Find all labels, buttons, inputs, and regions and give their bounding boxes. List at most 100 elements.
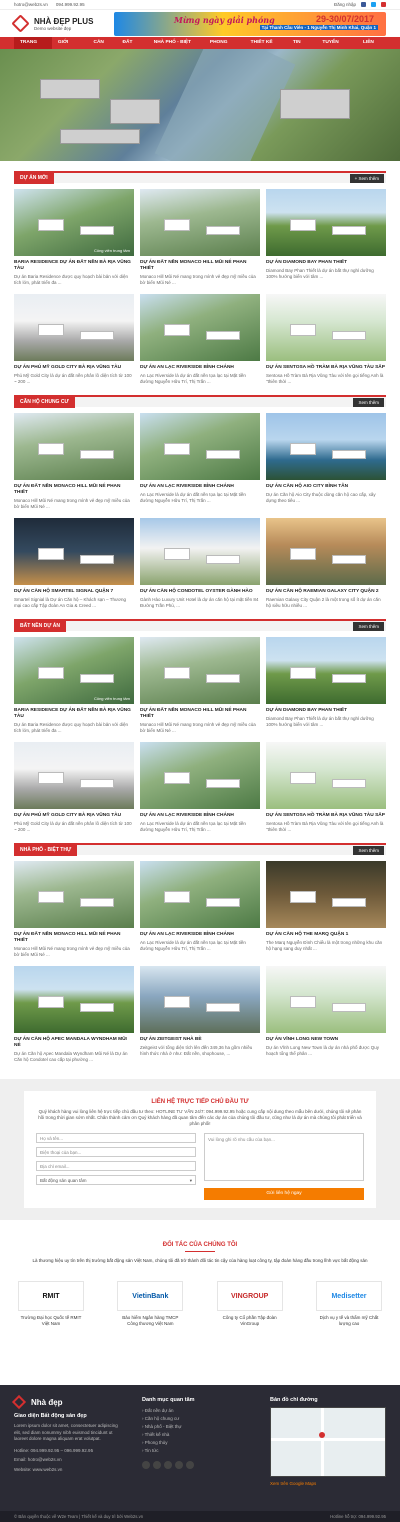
- project-image[interactable]: [140, 518, 260, 585]
- footer-category-link[interactable]: › Nhà phố - Biệt thự: [142, 1423, 252, 1431]
- project-card[interactable]: DỰ ÁN AN LẠC RIVERSIDE BÌNH CHÁNH An Lạc …: [140, 742, 260, 833]
- project-card[interactable]: DỰ ÁN ĐẤT NỀN MONACO HILL MŨI NÉ PHAN TH…: [14, 413, 134, 510]
- project-title[interactable]: DỰ ÁN ĐẤT NỀN MONACO HILL MŨI NÉ PHAN TH…: [140, 708, 260, 720]
- instagram-icon[interactable]: [164, 1461, 172, 1469]
- partner-logo[interactable]: Medisetter: [315, 1281, 382, 1311]
- project-card[interactable]: DỰ ÁN ĐẤT NỀN MONACO HILL MŨI NÉ PHAN TH…: [140, 189, 260, 286]
- hero-slider[interactable]: [0, 49, 400, 161]
- project-image[interactable]: [14, 966, 134, 1033]
- project-card[interactable]: DỰ ÁN AN LẠC RIVERSIDE BÌNH CHÁNH An Lạc …: [140, 861, 260, 958]
- project-image[interactable]: Công viên trung tâm: [14, 189, 134, 256]
- footer-email[interactable]: Email: hotro@web2s.vn: [14, 1457, 124, 1464]
- footer-category-link[interactable]: › Tin tức: [142, 1447, 252, 1455]
- nav-item[interactable]: TIN TỨC: [287, 37, 317, 57]
- interest-select[interactable]: Bất động sản quan tâm ▾: [36, 1175, 196, 1185]
- nav-item[interactable]: NHÀ PHỐ - BIỆT THỰ: [148, 37, 204, 57]
- project-title[interactable]: DỰ ÁN SENTOSA HỒ TRÀM BÀ RỊA VŨNG TÀU SẮ…: [266, 365, 386, 371]
- footer-category-link[interactable]: › Phong thủy: [142, 1439, 252, 1447]
- project-card[interactable]: DỰ ÁN DIAMOND BAY PHAN THIẾT Diamond Bay …: [266, 637, 386, 734]
- nav-item[interactable]: LIÊN HỆ: [357, 37, 386, 57]
- project-title[interactable]: DỰ ÁN CĂN HỘ AIO CITY BÌNH TÂN: [266, 484, 386, 490]
- project-image[interactable]: [14, 518, 134, 585]
- project-image[interactable]: [14, 294, 134, 361]
- project-title[interactable]: DỰ ÁN AN LẠC RIVERSIDE BÌNH CHÁNH: [140, 484, 260, 490]
- project-image[interactable]: [266, 637, 386, 704]
- project-title[interactable]: DỰ ÁN DIAMOND BAY PHAN THIẾT: [266, 260, 386, 266]
- project-card[interactable]: DỰ ÁN AN LẠC RIVERSIDE BÌNH CHÁNH An Lạc …: [140, 413, 260, 510]
- project-card[interactable]: DỰ ÁN ĐẤT NỀN MONACO HILL MŨI NÉ PHAN TH…: [140, 637, 260, 734]
- project-image[interactable]: [14, 742, 134, 809]
- project-image[interactable]: Công viên trung tâm: [14, 637, 134, 704]
- project-title[interactable]: BARIA RESIDENCE DỰ ÁN ĐẤT NỀN BÀ RỊA VŨN…: [14, 708, 134, 720]
- phone-text[interactable]: 094.999.92.95: [56, 2, 85, 7]
- partner-item[interactable]: RMIT Trường Đại học Quốc tế RMIT Việt Nam: [18, 1281, 84, 1327]
- project-title[interactable]: DỰ ÁN SENTOSA HỒ TRÀM BÀ RỊA VŨNG TÀU SẮ…: [266, 813, 386, 819]
- partner-item[interactable]: VINGROUP Công ty Cổ phần Tập đoàn VinGrou…: [216, 1281, 283, 1327]
- section-title[interactable]: NHÀ PHỐ - BIỆT THỰ: [14, 844, 78, 856]
- project-card[interactable]: Công viên trung tâm BARIA RESIDENCE DỰ ÁN…: [14, 189, 134, 286]
- nav-item[interactable]: CĂN HỘ: [88, 37, 117, 57]
- site-logo[interactable]: NHÀ ĐẸP PLUS Demo website đẹp: [11, 14, 104, 33]
- youtube-icon[interactable]: [381, 2, 386, 7]
- project-image[interactable]: [140, 861, 260, 928]
- google-maps-link[interactable]: Xem trên Google Maps: [270, 1481, 386, 1488]
- nav-item[interactable]: GIỚI THIỆU: [52, 37, 88, 57]
- project-image[interactable]: [266, 413, 386, 480]
- view-more-button[interactable]: Xem thêm: [353, 845, 384, 855]
- project-card[interactable]: DỰ ÁN SENTOSA HỒ TRÀM BÀ RỊA VŨNG TÀU SẮ…: [266, 294, 386, 385]
- map[interactable]: [270, 1407, 386, 1477]
- project-image[interactable]: [140, 294, 260, 361]
- youtube-icon[interactable]: [175, 1461, 183, 1469]
- project-title[interactable]: DỰ ÁN CĂN HỘ THE MARQ QUẬN 1: [266, 932, 386, 938]
- nav-item[interactable]: THIẾT KẾ NHÀ: [245, 37, 287, 57]
- project-card[interactable]: DỰ ÁN CĂN HỘ APEC MANDALA WYNDHAM MŨI NÉ…: [14, 966, 134, 1063]
- section-title[interactable]: DỰ ÁN MỚI: [14, 172, 54, 184]
- partner-logo[interactable]: VietinBank: [117, 1281, 184, 1311]
- project-title[interactable]: DỰ ÁN ZEITGEIST NHÀ BÈ: [140, 1037, 260, 1043]
- project-image[interactable]: [266, 966, 386, 1033]
- footer-category-link[interactable]: › Căn hộ chung cư: [142, 1415, 252, 1423]
- project-title[interactable]: DỰ ÁN ĐẤT NỀN MONACO HILL MŨI NÉ PHAN TH…: [14, 932, 134, 944]
- footer-category-link[interactable]: › Thiết kế nhà: [142, 1431, 252, 1439]
- email-input[interactable]: Địa chỉ email...: [36, 1161, 196, 1171]
- project-image[interactable]: [14, 861, 134, 928]
- twitter-icon[interactable]: [153, 1461, 161, 1469]
- project-card[interactable]: DỰ ÁN DIAMOND BAY PHAN THIẾT Diamond Bay …: [266, 189, 386, 286]
- project-card[interactable]: DỰ ÁN PHÚ MỸ GOLD CITY BÀ RỊA VŨNG TÀU Ph…: [14, 742, 134, 833]
- project-image[interactable]: [266, 742, 386, 809]
- project-title[interactable]: DỰ ÁN ĐẤT NỀN MONACO HILL MŨI NÉ PHAN TH…: [14, 484, 134, 496]
- project-title[interactable]: DỰ ÁN DIAMOND BAY PHAN THIẾT: [266, 708, 386, 714]
- project-image[interactable]: [140, 637, 260, 704]
- project-title[interactable]: BARIA RESIDENCE DỰ ÁN ĐẤT NỀN BÀ RỊA VŨN…: [14, 260, 134, 272]
- project-card[interactable]: DỰ ÁN CĂN HỘ AIO CITY BÌNH TÂN Dự án Căn …: [266, 413, 386, 510]
- partner-item[interactable]: VietinBank Bảo hiểm Ngân hàng TMCP Công t…: [117, 1281, 184, 1327]
- footer-category-link[interactable]: › Đất nền dự án: [142, 1407, 252, 1415]
- header-banner[interactable]: Mừng ngày giải phóng 29-30/07/2017 Tại T…: [114, 11, 386, 36]
- project-card[interactable]: DỰ ÁN ĐẤT NỀN MONACO HILL MŨI NÉ PHAN TH…: [14, 861, 134, 958]
- project-title[interactable]: DỰ ÁN AN LẠC RIVERSIDE BÌNH CHÁNH: [140, 932, 260, 938]
- project-card[interactable]: DỰ ÁN CĂN HỘ CONDOTEL OYSTER GÀNH HÀO Gàn…: [140, 518, 260, 609]
- partner-logo[interactable]: RMIT: [18, 1281, 84, 1311]
- project-card[interactable]: DỰ ÁN ZEITGEIST NHÀ BÈ Zeitgeist với tổng…: [140, 966, 260, 1063]
- nav-item[interactable]: TRANG CHỦ: [14, 37, 52, 57]
- partner-item[interactable]: Medisetter Dịch vụ y tế và thẩm mỹ Chất l…: [315, 1281, 382, 1327]
- project-card[interactable]: DỰ ÁN SENTOSA HỒ TRÀM BÀ RỊA VŨNG TÀU SẮ…: [266, 742, 386, 833]
- nav-item[interactable]: TUYỂN DỤNG: [316, 37, 357, 57]
- project-image[interactable]: [266, 294, 386, 361]
- project-image[interactable]: [140, 413, 260, 480]
- project-image[interactable]: [266, 189, 386, 256]
- project-image[interactable]: [140, 966, 260, 1033]
- project-image[interactable]: [140, 742, 260, 809]
- project-card[interactable]: DỰ ÁN VĨNH LONG NEW TOWN Dự án Vĩnh Long …: [266, 966, 386, 1063]
- phone-input[interactable]: Điện thoại của bạn...: [36, 1147, 196, 1157]
- nav-item[interactable]: PHONG THỦY: [204, 37, 245, 57]
- project-card[interactable]: DỰ ÁN CĂN HỘ THE MARQ QUẬN 1 The Marq Ngu…: [266, 861, 386, 958]
- project-card[interactable]: DỰ ÁN CĂN HỘ SMARTEL SIGNAL QUẬN 7 Smarte…: [14, 518, 134, 609]
- view-more-button[interactable]: Xem thêm: [353, 397, 384, 407]
- submit-button[interactable]: Gửi liên hệ ngay: [204, 1188, 364, 1200]
- project-title[interactable]: DỰ ÁN AN LẠC RIVERSIDE BÌNH CHÁNH: [140, 365, 260, 371]
- project-title[interactable]: DỰ ÁN CĂN HỘ SMARTEL SIGNAL QUẬN 7: [14, 589, 134, 595]
- view-more-button[interactable]: + Xem thêm: [349, 173, 384, 183]
- project-card[interactable]: DỰ ÁN PHÚ MỸ GOLD CITY BÀ RỊA VŨNG TÀU Ph…: [14, 294, 134, 385]
- footer-logo[interactable]: Nhà đẹp: [11, 1394, 124, 1410]
